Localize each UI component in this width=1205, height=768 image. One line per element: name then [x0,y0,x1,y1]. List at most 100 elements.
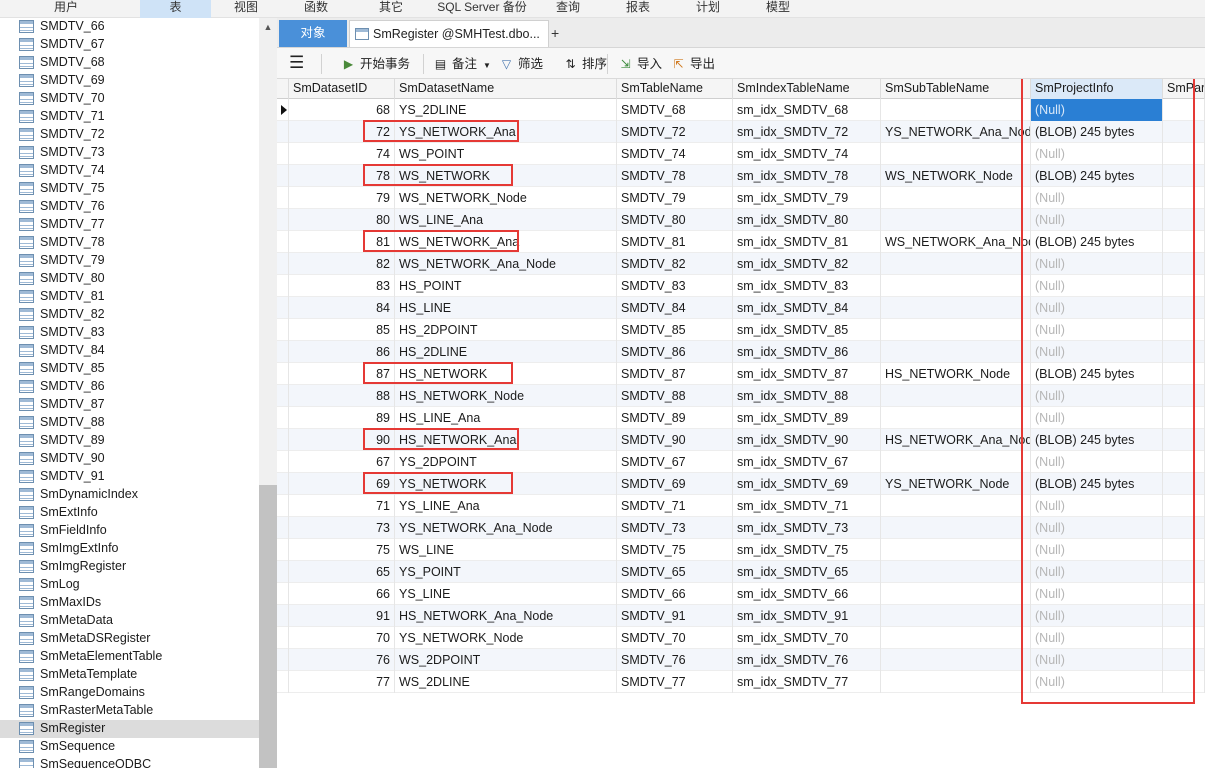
table-cell[interactable]: (BLOB) 245 bytes [1031,121,1163,143]
table-cell[interactable]: sm_idx_SMDTV_82 [733,253,881,275]
table-cell[interactable]: (Null) [1031,253,1163,275]
object-tree[interactable]: SMDTV_66 SMDTV_67 SMDTV_68 SMDTV_69 SMDTV_70… [0,18,259,768]
row-selector[interactable] [277,517,289,539]
table-cell[interactable] [881,341,1031,363]
table-cell[interactable] [881,671,1031,693]
table-cell[interactable]: 65 [289,561,395,583]
table-row[interactable]: 79 WS_NETWORK_Node SMDTV_79 sm_idx_SMDTV_79… [277,187,1205,209]
table-cell[interactable] [1163,253,1205,275]
menu-sqlserver-backup[interactable]: SQL Server 备份 [426,0,538,18]
table-cell[interactable]: WS_POINT [395,143,617,165]
table-cell[interactable]: 89 [289,407,395,429]
table-cell[interactable]: SMDTV_78 [617,165,733,187]
table-cell[interactable]: 90 [289,429,395,451]
table-cell[interactable]: WS_NETWORK [395,165,617,187]
table-cell[interactable]: sm_idx_SMDTV_76 [733,649,881,671]
table-row[interactable]: 69 YS_NETWORK SMDTV_69 sm_idx_SMDTV_69 YS_NE… [277,473,1205,495]
table-cell[interactable]: SMDTV_86 [617,341,733,363]
table-cell[interactable]: WS_NETWORK_Node [395,187,617,209]
tree-item[interactable]: SMDTV_91 [0,468,259,486]
table-row[interactable]: 77 WS_2DLINE SMDTV_77 sm_idx_SMDTV_77 (Null) [277,671,1205,693]
table-cell[interactable]: SMDTV_79 [617,187,733,209]
table-row[interactable]: 82 WS_NETWORK_Ana_Node SMDTV_82 sm_idx_SMDT… [277,253,1205,275]
table-cell[interactable] [1163,385,1205,407]
table-cell[interactable]: SMDTV_71 [617,495,733,517]
table-row[interactable]: 76 WS_2DPOINT SMDTV_76 sm_idx_SMDTV_76 (Null… [277,649,1205,671]
table-cell[interactable]: 87 [289,363,395,385]
tree-item[interactable]: SmRasterMetaTable [0,702,259,720]
column-header[interactable]: SmTableName [617,79,733,99]
table-cell[interactable]: 67 [289,451,395,473]
table-cell[interactable]: SMDTV_70 [617,627,733,649]
table-cell[interactable]: sm_idx_SMDTV_77 [733,671,881,693]
table-cell[interactable]: (Null) [1031,517,1163,539]
table-cell[interactable]: (Null) [1031,275,1163,297]
tree-item[interactable]: SMDTV_69 [0,72,259,90]
table-cell[interactable] [1163,231,1205,253]
table-cell[interactable] [1163,583,1205,605]
table-cell[interactable]: (Null) [1031,209,1163,231]
row-selector[interactable] [277,297,289,319]
table-cell[interactable]: WS_LINE_Ana [395,209,617,231]
table-cell[interactable]: sm_idx_SMDTV_70 [733,627,881,649]
table-cell[interactable]: 69 [289,473,395,495]
tree-item[interactable]: SmMetaElementTable [0,648,259,666]
table-cell[interactable]: (BLOB) 245 bytes [1031,473,1163,495]
table-cell[interactable]: YS_NETWORK_Node [881,473,1031,495]
table-cell[interactable] [881,517,1031,539]
table-cell[interactable]: sm_idx_SMDTV_65 [733,561,881,583]
table-cell[interactable]: 75 [289,539,395,561]
table-cell[interactable]: HS_NETWORK_Node [881,363,1031,385]
table-row[interactable]: 78 WS_NETWORK SMDTV_78 sm_idx_SMDTV_78 WS_NE… [277,165,1205,187]
table-cell[interactable]: sm_idx_SMDTV_66 [733,583,881,605]
new-tab-button[interactable]: + [551,20,561,47]
table-cell[interactable]: SMDTV_75 [617,539,733,561]
table-cell[interactable]: 78 [289,165,395,187]
table-cell[interactable]: 85 [289,319,395,341]
tree-item[interactable]: SMDTV_78 [0,234,259,252]
table-cell[interactable]: sm_idx_SMDTV_78 [733,165,881,187]
table-cell[interactable]: 70 [289,627,395,649]
row-selector[interactable] [277,209,289,231]
table-row[interactable]: 85 HS_2DPOINT SMDTV_85 sm_idx_SMDTV_85 (Null… [277,319,1205,341]
table-cell[interactable]: YS_NETWORK_Ana_Node [881,121,1031,143]
row-selector[interactable] [277,627,289,649]
tree-item[interactable]: SmMetaTemplate [0,666,259,684]
table-cell[interactable]: SMDTV_66 [617,583,733,605]
table-cell[interactable] [881,583,1031,605]
table-cell[interactable]: HS_LINE [395,297,617,319]
table-cell[interactable] [881,649,1031,671]
table-row[interactable]: 65 YS_POINT SMDTV_65 sm_idx_SMDTV_65 (Null) [277,561,1205,583]
column-header[interactable]: SmSubTableName [881,79,1031,99]
menu-users[interactable]: 用户 [28,0,104,18]
tree-item[interactable]: SMDTV_68 [0,54,259,72]
table-cell[interactable]: SMDTV_72 [617,121,733,143]
table-cell[interactable] [881,451,1031,473]
table-row[interactable]: 83 HS_POINT SMDTV_83 sm_idx_SMDTV_83 (Null) [277,275,1205,297]
table-cell[interactable]: HS_NETWORK_Ana_Node [395,605,617,627]
column-header[interactable]: SmDatasetName [395,79,617,99]
table-row[interactable]: 80 WS_LINE_Ana SMDTV_80 sm_idx_SMDTV_80 (Nul… [277,209,1205,231]
table-row[interactable]: 81 WS_NETWORK_Ana SMDTV_81 sm_idx_SMDTV_81 W… [277,231,1205,253]
table-cell[interactable]: HS_NETWORK_Ana [395,429,617,451]
import-button[interactable]: ⇲ 导入 [618,54,662,74]
table-cell[interactable]: sm_idx_SMDTV_83 [733,275,881,297]
table-cell[interactable]: 71 [289,495,395,517]
table-cell[interactable] [1163,275,1205,297]
table-cell[interactable]: sm_idx_SMDTV_69 [733,473,881,495]
table-row[interactable]: 84 HS_LINE SMDTV_84 sm_idx_SMDTV_84 (Null) [277,297,1205,319]
table-cell[interactable]: 83 [289,275,395,297]
table-row[interactable]: 72 YS_NETWORK_Ana SMDTV_72 sm_idx_SMDTV_72 Y… [277,121,1205,143]
table-cell[interactable]: (Null) [1031,539,1163,561]
table-cell[interactable]: 84 [289,297,395,319]
table-cell[interactable]: WS_2DLINE [395,671,617,693]
table-row[interactable]: 68 YS_2DLINE SMDTV_68 sm_idx_SMDTV_68 (Null) [277,99,1205,121]
table-cell[interactable]: SMDTV_81 [617,231,733,253]
table-cell[interactable]: (Null) [1031,385,1163,407]
table-cell[interactable] [1163,99,1205,121]
tree-item[interactable]: SMDTV_74 [0,162,259,180]
table-cell[interactable]: sm_idx_SMDTV_74 [733,143,881,165]
table-cell[interactable]: sm_idx_SMDTV_91 [733,605,881,627]
table-cell[interactable] [1163,429,1205,451]
table-cell[interactable]: sm_idx_SMDTV_73 [733,517,881,539]
